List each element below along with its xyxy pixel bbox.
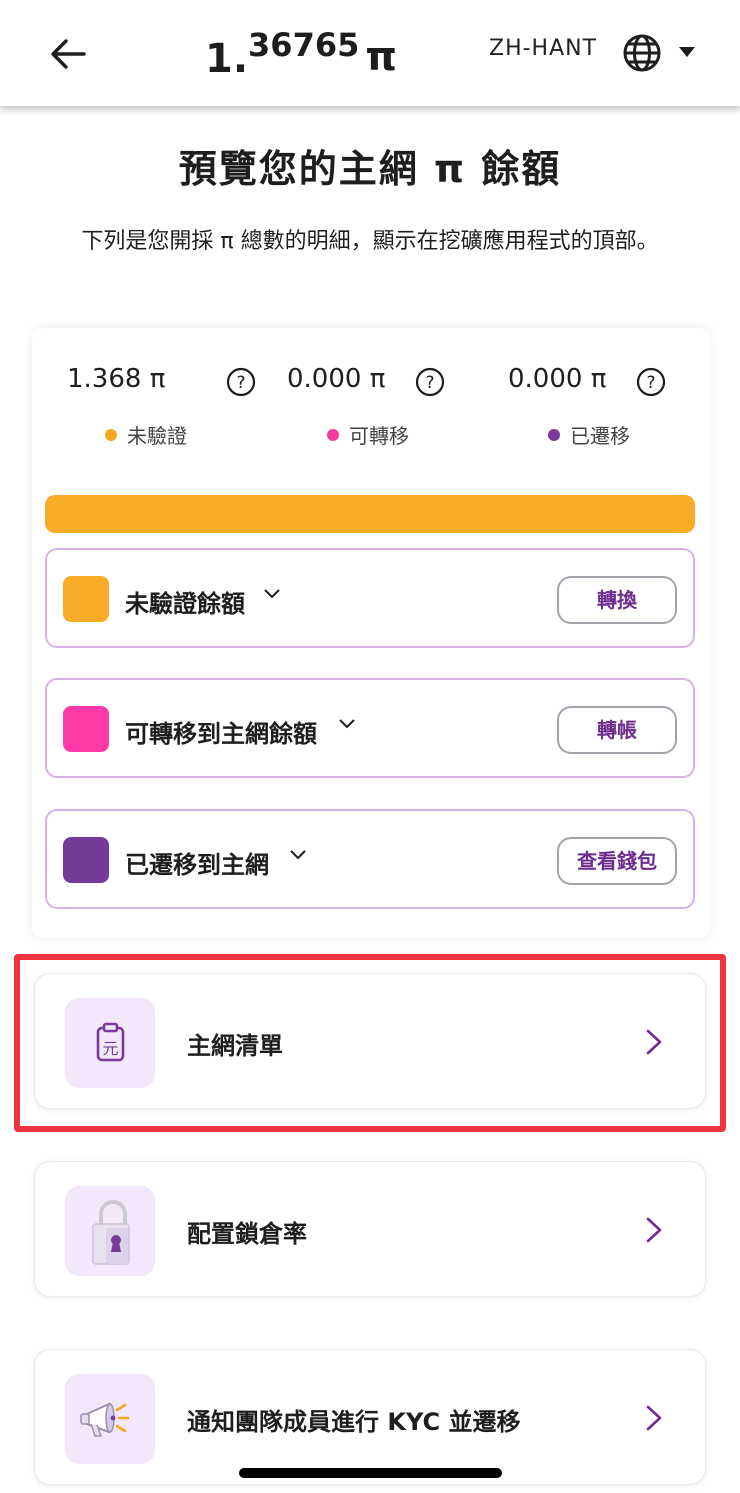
chevron-right-icon[interactable]: [645, 1216, 663, 1244]
row-label: 可轉移到主網餘額: [125, 720, 317, 748]
balance-integer: 1.: [205, 36, 249, 82]
stat-value: 0.000 π: [287, 364, 386, 394]
padlock-icon: [92, 1200, 130, 1265]
caret-down-icon[interactable]: [678, 46, 696, 58]
icon-tile: [65, 1186, 155, 1276]
transferable-balance-row[interactable]: 可轉移到主網餘額 轉帳: [45, 678, 695, 778]
icon-tile: [65, 1374, 155, 1464]
chevron-down-icon[interactable]: [338, 718, 356, 730]
chevron-down-icon[interactable]: [289, 849, 307, 861]
legend-label: 可轉移: [349, 424, 409, 448]
page-title: 預覽您的主網 π 餘額: [178, 147, 562, 191]
svg-text:?: ?: [425, 373, 434, 393]
legend-label: 已遷移: [570, 424, 630, 448]
balance-progress-bar: [45, 495, 695, 533]
balance-decimal: 36765: [248, 26, 360, 64]
menu-label: 配置鎖倉率: [187, 1220, 307, 1248]
page-subtitle: 下列是您開採 π 總數的明細，顯示在挖礦應用程式的頂部。: [81, 229, 659, 254]
back-arrow-icon[interactable]: [48, 34, 88, 74]
stat-legend: 已遷移: [548, 420, 630, 449]
help-icon[interactable]: ?: [415, 367, 445, 397]
row-label: 已遷移到主網: [125, 851, 269, 879]
legend-dot: [105, 429, 117, 441]
legend-label: 未驗證: [127, 424, 187, 448]
language-selector[interactable]: ZH-HANT: [489, 36, 597, 61]
chevron-right-icon[interactable]: [645, 1404, 663, 1432]
stat-value: 0.000 π: [508, 364, 607, 394]
megaphone-icon: [80, 1402, 130, 1437]
legend-dot: [327, 429, 339, 441]
transferable-swatch: [63, 706, 109, 752]
balance-summary-card: 1.368 π ? 未驗證 0.000 π ? 可轉移 0.000 π ? 已遷…: [32, 328, 710, 938]
svg-text:?: ?: [236, 373, 245, 393]
home-indicator[interactable]: [239, 1468, 502, 1478]
lockup-config-card[interactable]: 配置鎖倉率: [34, 1161, 706, 1297]
help-icon[interactable]: ?: [636, 367, 666, 397]
stat-legend: 未驗證: [105, 420, 187, 449]
top-bar: 1.36765 π ZH-HANT: [0, 0, 740, 106]
migrated-balance-row[interactable]: 已遷移到主網 查看錢包: [45, 809, 695, 909]
globe-icon[interactable]: [622, 33, 662, 73]
legend-dot: [548, 429, 560, 441]
notify-team-kyc-card[interactable]: 通知團隊成員進行 KYC 並遷移: [34, 1349, 706, 1485]
convert-button[interactable]: 轉換: [557, 576, 677, 624]
menu-label: 通知團隊成員進行 KYC 並遷移: [187, 1408, 521, 1436]
help-icon[interactable]: ?: [226, 367, 256, 397]
pi-symbol: π: [365, 34, 397, 80]
transfer-button[interactable]: 轉帳: [557, 706, 677, 754]
svg-text:?: ?: [646, 373, 655, 393]
migrated-swatch: [63, 837, 109, 883]
chevron-down-icon[interactable]: [263, 588, 281, 600]
stat-legend: 可轉移: [327, 420, 409, 449]
stat-value: 1.368 π: [67, 364, 166, 394]
row-label: 未驗證餘額: [125, 590, 245, 618]
pi-balance: 1.36765 π: [205, 26, 397, 86]
highlight-frame: [14, 954, 726, 1132]
view-wallet-button[interactable]: 查看錢包: [557, 837, 677, 885]
unverified-swatch: [63, 576, 109, 622]
unverified-balance-row[interactable]: 未驗證餘額 轉換: [45, 548, 695, 648]
